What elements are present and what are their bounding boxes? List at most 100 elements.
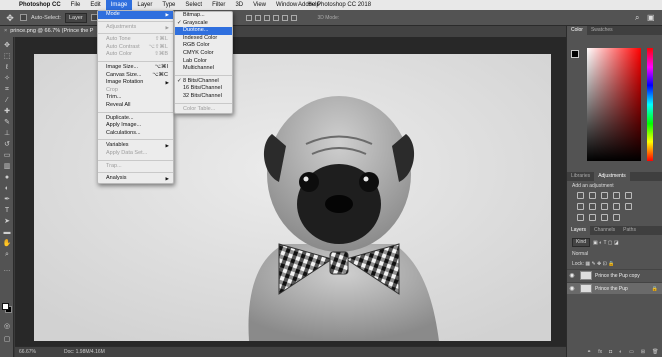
- blend-mode-dropdown[interactable]: Normal: [572, 251, 588, 257]
- align-icon[interactable]: [255, 14, 262, 21]
- photo-filter-icon[interactable]: [613, 203, 620, 210]
- layer-row[interactable]: ◉ Prince the Pup copy: [567, 269, 662, 281]
- history-brush-icon[interactable]: ↺: [2, 140, 12, 149]
- menu-item-rgb-color[interactable]: RGB Color: [175, 42, 232, 50]
- invert-icon[interactable]: [577, 214, 584, 221]
- tab-channels[interactable]: Channels: [590, 226, 619, 235]
- menu-filter[interactable]: Filter: [207, 0, 230, 10]
- move-tool-icon[interactable]: ✥: [2, 41, 12, 50]
- zoom-icon[interactable]: ⌕: [2, 250, 12, 259]
- threshold-icon[interactable]: [601, 214, 608, 221]
- eraser-icon[interactable]: ▭: [2, 151, 12, 160]
- crop-icon[interactable]: ⌗: [2, 85, 12, 94]
- menu-item-8-bits-channel[interactable]: ✓ 8 Bits/Channel: [175, 78, 232, 86]
- gradient-map-icon[interactable]: [613, 214, 620, 221]
- fx-icon[interactable]: fx: [598, 349, 602, 355]
- menu-type[interactable]: Type: [157, 0, 180, 10]
- exposure-icon[interactable]: [613, 192, 620, 199]
- more-tools-icon[interactable]: …: [2, 265, 12, 274]
- menu-item-16-bits-channel[interactable]: 16 Bits/Channel: [175, 85, 232, 93]
- magic-wand-icon[interactable]: ✧: [2, 74, 12, 83]
- menu-item-variables[interactable]: Variables ▶: [98, 142, 173, 150]
- menu-item-apply-image[interactable]: Apply Image...: [98, 122, 173, 130]
- color-picker-field[interactable]: [587, 48, 641, 161]
- menu-edit[interactable]: Edit: [85, 0, 105, 10]
- tab-libraries[interactable]: Libraries: [567, 172, 594, 181]
- layer-row[interactable]: ◉ Prince the Pup 🔒: [567, 282, 662, 294]
- hand-icon[interactable]: ✋: [2, 239, 12, 248]
- tab-swatches[interactable]: Swatches: [587, 26, 617, 35]
- menu-item-bitmap[interactable]: Bitmap...: [175, 12, 232, 20]
- visibility-eye-icon[interactable]: ◉: [567, 285, 577, 292]
- black-white-icon[interactable]: [601, 203, 608, 210]
- shape-icon[interactable]: ▬: [2, 228, 12, 237]
- menu-item-duplicate[interactable]: Duplicate...: [98, 115, 173, 123]
- quick-mask-icon[interactable]: ◎: [2, 322, 12, 331]
- menu-item-grayscale[interactable]: ✓ Grayscale: [175, 20, 232, 28]
- menu-item-multichannel[interactable]: Multichannel: [175, 65, 232, 73]
- tab-paths[interactable]: Paths: [619, 226, 640, 235]
- healing-icon[interactable]: ✚: [2, 107, 12, 116]
- tab-adjustments[interactable]: Adjustments: [594, 172, 630, 181]
- auto-select-target-dropdown[interactable]: Layer: [64, 12, 87, 23]
- eyedropper-icon[interactable]: ⁄: [2, 96, 12, 105]
- screen-mode-icon[interactable]: ▢: [2, 335, 12, 344]
- dodge-icon[interactable]: ◐: [2, 184, 12, 193]
- lasso-icon[interactable]: ℓ: [2, 63, 12, 72]
- align-icon[interactable]: [273, 14, 280, 21]
- align-icon[interactable]: [264, 14, 271, 21]
- path-select-icon[interactable]: ➤: [2, 217, 12, 226]
- type-icon[interactable]: T: [2, 206, 12, 215]
- hue-slider[interactable]: [647, 48, 653, 161]
- menu-item-image-rotation[interactable]: Image Rotation ▶: [98, 79, 173, 87]
- foreground-color-swatch[interactable]: [2, 303, 9, 310]
- tab-layers[interactable]: Layers: [567, 226, 591, 235]
- brush-icon[interactable]: ✎: [2, 118, 12, 127]
- channel-mixer-icon[interactable]: [625, 203, 632, 210]
- menu-select[interactable]: Select: [180, 0, 207, 10]
- blur-icon[interactable]: ●: [2, 173, 12, 182]
- foreground-color-swatch[interactable]: [571, 50, 579, 58]
- menu-file[interactable]: File: [66, 0, 86, 10]
- brightness-icon[interactable]: [577, 192, 584, 199]
- visibility-eye-icon[interactable]: ◉: [567, 272, 577, 279]
- posterize-icon[interactable]: [589, 214, 596, 221]
- vibrance-icon[interactable]: [625, 192, 632, 199]
- link-layers-icon[interactable]: ⚭: [587, 349, 591, 355]
- stamp-icon[interactable]: ⊥: [2, 129, 12, 138]
- marquee-icon[interactable]: ⬚: [2, 52, 12, 61]
- menu-item-analysis[interactable]: Analysis ▶: [98, 175, 173, 183]
- zoom-level[interactable]: 66.67%: [19, 349, 36, 355]
- search-icon[interactable]: ⌕: [635, 13, 644, 22]
- align-icon[interactable]: [246, 14, 253, 21]
- mask-icon[interactable]: ◘: [609, 349, 612, 355]
- menu-item-32-bits-channel[interactable]: 32 Bits/Channel: [175, 93, 232, 101]
- menu-item-reveal-all[interactable]: Reveal All: [98, 102, 173, 110]
- close-icon[interactable]: ×: [4, 28, 7, 34]
- color-balance-icon[interactable]: [589, 203, 596, 210]
- menu-view[interactable]: View: [248, 0, 271, 10]
- pen-icon[interactable]: ✒: [2, 195, 12, 204]
- menu-item-image-size[interactable]: Image Size... ⌥⌘I: [98, 64, 173, 72]
- menu-3d[interactable]: 3D: [230, 0, 248, 10]
- move-tool-icon[interactable]: ✥: [4, 12, 16, 24]
- auto-select-checkbox[interactable]: [20, 14, 27, 21]
- menu-item-calculations[interactable]: Calculations...: [98, 130, 173, 138]
- new-layer-icon[interactable]: ⊞: [641, 349, 645, 355]
- trash-icon[interactable]: 🗑: [652, 349, 658, 355]
- menu-layer[interactable]: Layer: [132, 0, 157, 10]
- hue-saturation-icon[interactable]: [577, 203, 584, 210]
- adjustment-layer-icon[interactable]: ◐: [619, 349, 622, 355]
- tab-color[interactable]: Color: [567, 26, 587, 35]
- curves-icon[interactable]: [601, 192, 608, 199]
- workspace-icon[interactable]: ▣: [647, 13, 656, 22]
- menu-photoshop-cc[interactable]: Photoshop CC: [14, 0, 66, 10]
- document-tab[interactable]: × prince.png @ 66.7% (Prince the P: [0, 26, 100, 37]
- layer-kind-filter[interactable]: Kind: [572, 238, 591, 247]
- align-icon[interactable]: [282, 14, 289, 21]
- menu-item-indexed-color[interactable]: Indexed Color: [175, 35, 232, 43]
- layer-name[interactable]: Prince the Pup copy: [595, 273, 640, 279]
- menu-item-cmyk-color[interactable]: CMYK Color: [175, 50, 232, 58]
- levels-icon[interactable]: [589, 192, 596, 199]
- filter-icons[interactable]: ▣ ◐ T ▢ ◪: [593, 240, 619, 246]
